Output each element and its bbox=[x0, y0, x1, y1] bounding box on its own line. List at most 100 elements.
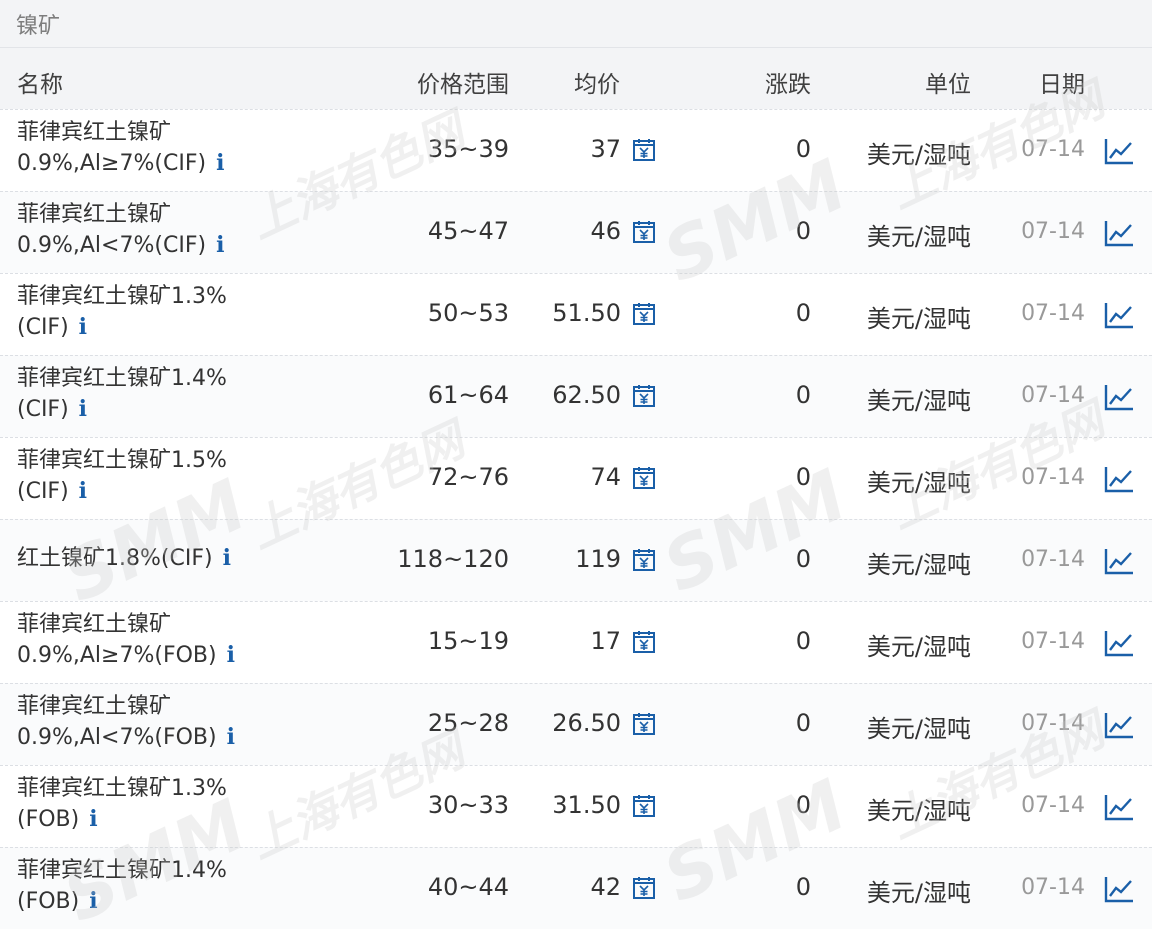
line-chart-icon[interactable] bbox=[1104, 875, 1134, 903]
table-row: 红土镍矿1.8%(CIF) i 118~120 119 0 美元/湿吨 07-14 bbox=[0, 519, 1152, 601]
price-unit: 美元/湿吨 bbox=[866, 633, 971, 661]
price-date: 07-14 bbox=[1021, 301, 1085, 326]
price-date: 07-14 bbox=[1021, 711, 1085, 736]
product-name-line2: (CIF) bbox=[17, 315, 69, 340]
price-range: 72~76 bbox=[427, 463, 509, 491]
product-name-line2: 0.9%,Al<7%(FOB) bbox=[17, 725, 217, 750]
info-icon[interactable]: i bbox=[79, 394, 87, 424]
product-name[interactable]: 菲律宾红土镍矿1.3% (CIF) i bbox=[17, 282, 357, 343]
product-name-line1: 菲律宾红土镍矿1.4% bbox=[17, 858, 227, 883]
product-name-line1: 菲律宾红土镍矿 bbox=[17, 202, 172, 227]
product-name-line1: 菲律宾红土镍矿1.4% bbox=[17, 366, 227, 391]
price-unit: 美元/湿吨 bbox=[866, 141, 971, 169]
info-icon[interactable]: i bbox=[216, 148, 224, 178]
average-price: 74 bbox=[590, 463, 621, 491]
table-row: 菲律宾红土镍矿 0.9%,Al<7%(CIF) i 45~47 46 0 美元/湿吨 07-1… bbox=[0, 191, 1152, 273]
product-name[interactable]: 菲律宾红土镍矿 0.9%,Al<7%(CIF) i bbox=[17, 200, 357, 261]
calendar-icon[interactable] bbox=[632, 712, 656, 736]
column-header-unit[interactable]: 单位 bbox=[925, 65, 971, 99]
product-name[interactable]: 菲律宾红土镍矿1.3% (FOB) i bbox=[17, 774, 357, 835]
price-change: 0 bbox=[795, 791, 811, 819]
price-date: 07-14 bbox=[1021, 137, 1085, 162]
table-header: 名称 价格范围 均价 涨跌 单位 日期 bbox=[0, 48, 1152, 109]
price-change: 0 bbox=[795, 299, 811, 327]
calendar-icon[interactable] bbox=[632, 548, 656, 572]
line-chart-icon[interactable] bbox=[1104, 711, 1134, 739]
line-chart-icon[interactable] bbox=[1104, 301, 1134, 329]
product-name[interactable]: 红土镍矿1.8%(CIF) i bbox=[17, 543, 357, 574]
product-name[interactable]: 菲律宾红土镍矿 0.9%,Al≥7%(FOB) i bbox=[17, 610, 357, 671]
section-title: 镍矿 bbox=[16, 14, 61, 39]
product-name-line1: 菲律宾红土镍矿1.5% bbox=[17, 448, 227, 473]
calendar-icon[interactable] bbox=[632, 384, 656, 408]
calendar-icon[interactable] bbox=[632, 630, 656, 654]
info-icon[interactable]: i bbox=[89, 804, 97, 834]
product-name-line2: (CIF) bbox=[17, 397, 69, 422]
column-header-range[interactable]: 价格范围 bbox=[417, 65, 509, 99]
price-change: 0 bbox=[795, 545, 811, 573]
line-chart-icon[interactable] bbox=[1104, 793, 1134, 821]
calendar-icon[interactable] bbox=[632, 876, 656, 900]
product-name[interactable]: 菲律宾红土镍矿 0.9%,Al<7%(FOB) i bbox=[17, 692, 357, 753]
calendar-icon[interactable] bbox=[632, 466, 656, 490]
price-unit: 美元/湿吨 bbox=[866, 551, 971, 579]
line-chart-icon[interactable] bbox=[1104, 383, 1134, 411]
calendar-icon[interactable] bbox=[632, 302, 656, 326]
info-icon[interactable]: i bbox=[89, 886, 97, 916]
price-unit: 美元/湿吨 bbox=[866, 387, 971, 415]
product-name-line1: 菲律宾红土镍矿1.3% bbox=[17, 776, 227, 801]
price-unit: 美元/湿吨 bbox=[866, 797, 971, 825]
calendar-icon[interactable] bbox=[632, 220, 656, 244]
section-title-bar: 镍矿 bbox=[0, 0, 1152, 48]
average-price: 42 bbox=[590, 873, 621, 901]
calendar-icon[interactable] bbox=[632, 794, 656, 818]
product-name[interactable]: 菲律宾红土镍矿1.4% (CIF) i bbox=[17, 364, 357, 425]
price-range: 118~120 bbox=[397, 545, 509, 573]
price-range: 50~53 bbox=[427, 299, 509, 327]
product-name[interactable]: 菲律宾红土镍矿1.5% (CIF) i bbox=[17, 446, 357, 507]
info-icon[interactable]: i bbox=[216, 230, 224, 260]
table-row: 菲律宾红土镍矿1.3% (CIF) i 50~53 51.50 0 美元/湿吨 07-14 bbox=[0, 273, 1152, 355]
column-header-date[interactable]: 日期 bbox=[1039, 65, 1085, 99]
price-date: 07-14 bbox=[1021, 465, 1085, 490]
column-header-change[interactable]: 涨跌 bbox=[765, 65, 811, 99]
price-date: 07-14 bbox=[1021, 219, 1085, 244]
price-unit: 美元/湿吨 bbox=[866, 223, 971, 251]
line-chart-icon[interactable] bbox=[1104, 629, 1134, 657]
column-header-avg[interactable]: 均价 bbox=[574, 65, 620, 99]
average-price: 31.50 bbox=[552, 791, 621, 819]
info-icon[interactable]: i bbox=[227, 640, 235, 670]
price-unit: 美元/湿吨 bbox=[866, 305, 971, 333]
info-icon[interactable]: i bbox=[79, 476, 87, 506]
table-row: 菲律宾红土镍矿1.4% (CIF) i 61~64 62.50 0 美元/湿吨 07-14 bbox=[0, 355, 1152, 437]
price-range: 61~64 bbox=[427, 381, 509, 409]
line-chart-icon[interactable] bbox=[1104, 219, 1134, 247]
product-name-line2: 0.9%,Al≥7%(FOB) bbox=[17, 643, 217, 668]
average-price: 17 bbox=[590, 627, 621, 655]
line-chart-icon[interactable] bbox=[1104, 137, 1134, 165]
column-header-name[interactable]: 名称 bbox=[17, 65, 63, 99]
table-row: 菲律宾红土镍矿 0.9%,Al≥7%(CIF) i 35~39 37 0 美元/湿吨 07-1… bbox=[0, 109, 1152, 191]
info-icon[interactable]: i bbox=[223, 543, 231, 573]
price-unit: 美元/湿吨 bbox=[866, 715, 971, 743]
info-icon[interactable]: i bbox=[79, 312, 87, 342]
price-change: 0 bbox=[795, 873, 811, 901]
line-chart-icon[interactable] bbox=[1104, 465, 1134, 493]
average-price: 51.50 bbox=[552, 299, 621, 327]
product-name-line2: (FOB) bbox=[17, 807, 80, 832]
average-price: 119 bbox=[575, 545, 621, 573]
price-unit: 美元/湿吨 bbox=[866, 469, 971, 497]
calendar-icon[interactable] bbox=[632, 138, 656, 162]
price-change: 0 bbox=[795, 217, 811, 245]
product-name[interactable]: 菲律宾红土镍矿1.4% (FOB) i bbox=[17, 856, 357, 917]
table-row: 菲律宾红土镍矿 0.9%,Al≥7%(FOB) i 15~19 17 0 美元/湿吨 07-1… bbox=[0, 601, 1152, 683]
product-name-line1: 红土镍矿1.8%(CIF) bbox=[17, 546, 213, 571]
price-date: 07-14 bbox=[1021, 383, 1085, 408]
average-price: 26.50 bbox=[552, 709, 621, 737]
info-icon[interactable]: i bbox=[227, 722, 235, 752]
price-date: 07-14 bbox=[1021, 875, 1085, 900]
product-name-line2: 0.9%,Al≥7%(CIF) bbox=[17, 151, 207, 176]
product-name[interactable]: 菲律宾红土镍矿 0.9%,Al≥7%(CIF) i bbox=[17, 118, 357, 179]
price-range: 35~39 bbox=[427, 135, 509, 163]
line-chart-icon[interactable] bbox=[1104, 547, 1134, 575]
